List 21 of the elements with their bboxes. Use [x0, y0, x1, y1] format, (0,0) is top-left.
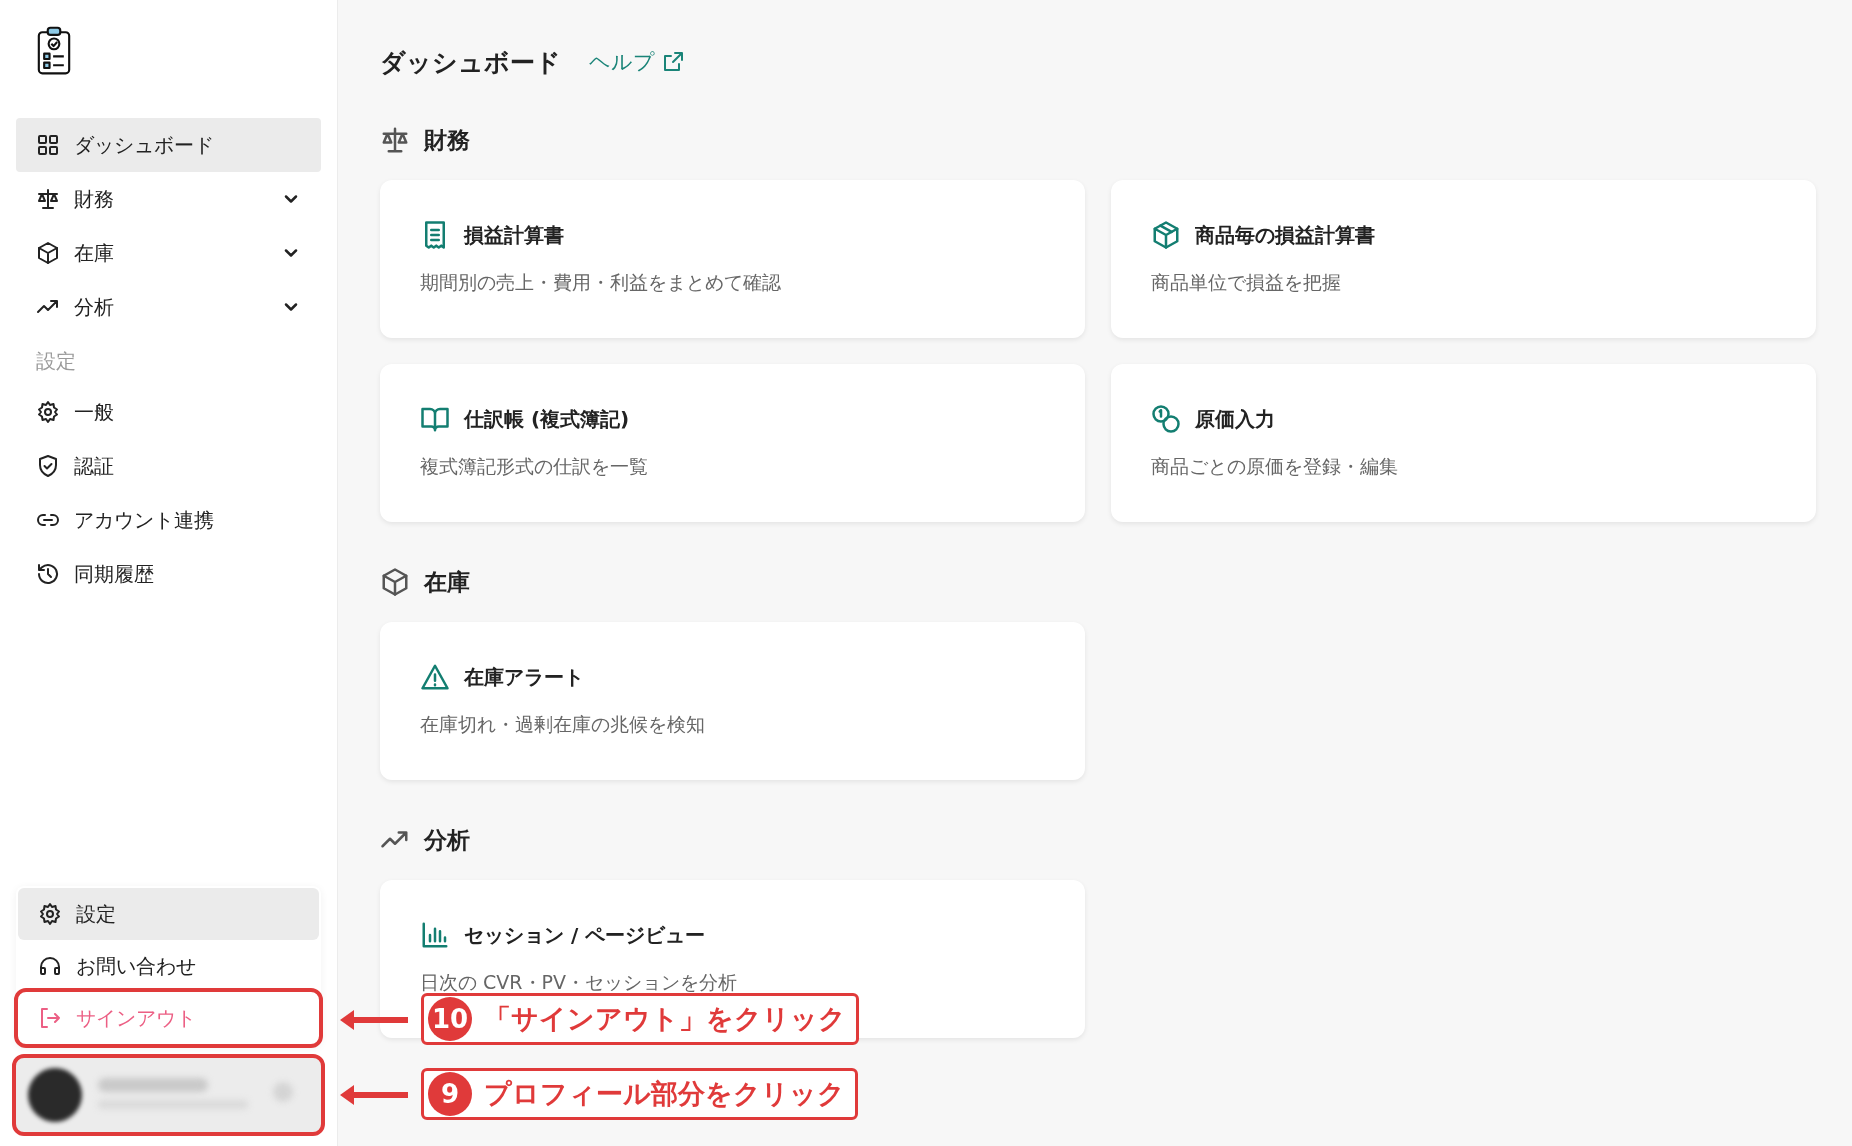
card-description: 商品単位で損益を把握	[1151, 270, 1342, 295]
step-number: 10	[428, 997, 472, 1041]
card-title: 損益計算書	[464, 221, 564, 249]
card-title: セッション / ページビュー	[464, 921, 706, 949]
page-title: ダッシュボード	[380, 46, 561, 79]
section-label: 設定	[35, 348, 77, 375]
annotation-text: プロフィール部分をクリック	[484, 1077, 845, 1111]
section-title: 分析	[424, 825, 470, 855]
card-title: 商品毎の損益計算書	[1195, 221, 1375, 249]
card-description: 日次の CVR・PV・セッションを分析	[420, 970, 738, 995]
card-description: 商品ごとの原価を登録・編集	[1151, 454, 1399, 479]
card-title: 仕訳帳 (複式簿記)	[464, 405, 630, 433]
section-title: 財務	[424, 125, 470, 155]
step-number: 9	[428, 1072, 472, 1116]
section-title: 在庫	[424, 567, 470, 597]
card-description: 在庫切れ・過剰在庫の兆候を検知	[420, 712, 706, 737]
card-description: 複式簿記形式の仕訳を一覧	[420, 454, 649, 479]
card-title: 原価入力	[1195, 405, 1275, 433]
card-description: 期間別の売上・費用・利益をまとめて確認	[420, 270, 782, 295]
card-title: 在庫アラート	[464, 663, 584, 691]
annotation-text: 「サインアウト」をクリック	[484, 1002, 846, 1036]
